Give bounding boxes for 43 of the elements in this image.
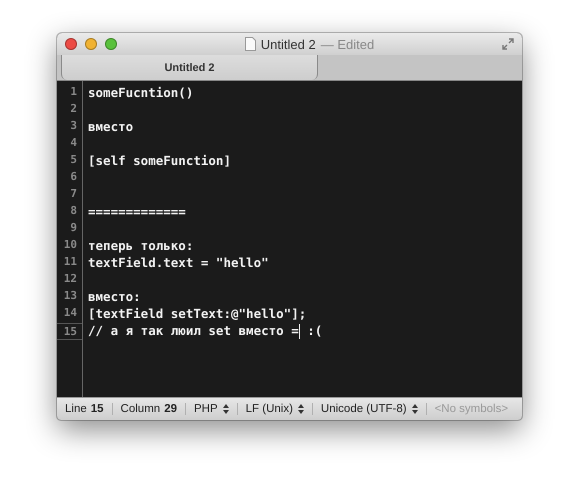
line-number: 2	[69, 102, 78, 117]
line-number: 15	[57, 323, 82, 340]
line-number: 1	[69, 85, 78, 100]
line-number: 9	[69, 221, 78, 236]
line-number: 3	[69, 119, 78, 134]
close-button[interactable]	[65, 38, 77, 50]
status-popup[interactable]: PHP	[194, 403, 229, 415]
status-popup[interactable]: Unicode (UTF-8)	[320, 403, 418, 415]
line-number: 13	[62, 289, 78, 304]
status-label: Line	[65, 403, 87, 415]
up-down-arrows-icon	[222, 404, 229, 414]
code-line: теперь только:	[88, 238, 194, 255]
code-line: =============	[88, 204, 187, 221]
up-down-arrows-icon	[412, 404, 418, 414]
edited-label: — Edited	[320, 36, 374, 52]
text-cursor	[298, 324, 300, 340]
code-line: вместо:	[88, 289, 142, 306]
code-line: вместо	[88, 119, 134, 136]
code-line: [textField setText:@"hello"];	[88, 306, 308, 323]
document-icon	[244, 37, 256, 51]
fullscreen-icon[interactable]	[502, 38, 514, 50]
status-value: 29	[164, 403, 177, 415]
code-line: someFucntion()	[88, 85, 194, 102]
line-number: 5	[69, 153, 78, 168]
line-number: 4	[69, 136, 78, 151]
up-down-arrows-icon	[298, 404, 304, 414]
status-popup[interactable]: LF (Unix)	[246, 403, 304, 415]
line-number: 10	[62, 238, 78, 253]
zoom-button[interactable]	[105, 38, 117, 50]
code-line: textField.text = "hello"	[88, 255, 270, 272]
line-number: 8	[69, 204, 78, 219]
line-number: 11	[62, 255, 78, 270]
line-number: 12	[62, 272, 78, 287]
line-number: 7	[69, 187, 78, 202]
line-number: 6	[69, 170, 78, 185]
status-label: Column	[120, 403, 160, 415]
window-title: Untitled 2	[260, 36, 316, 52]
status-value: 15	[90, 403, 104, 415]
minimize-button[interactable]	[85, 38, 97, 50]
code-line: [self someFunction]	[88, 153, 232, 170]
code-line: // а я так люил set вместо = :(	[88, 323, 324, 340]
document-tab[interactable]: Untitled 2	[61, 55, 318, 80]
line-number: 14	[62, 306, 78, 321]
